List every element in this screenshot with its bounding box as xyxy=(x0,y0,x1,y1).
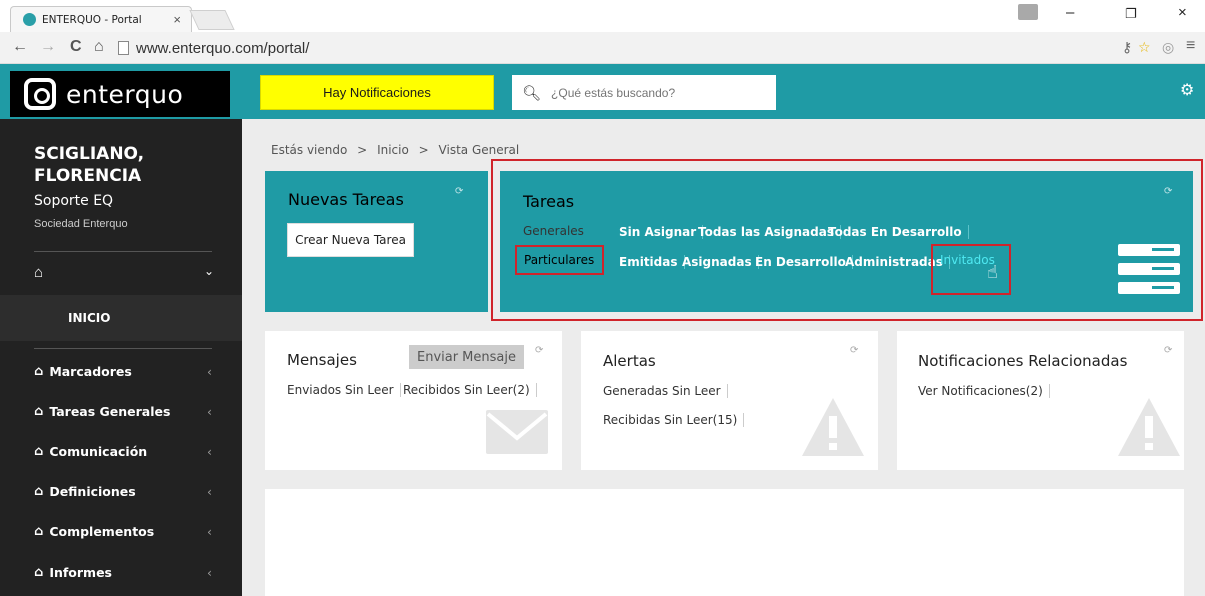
extension-icon[interactable]: ◎ xyxy=(1162,39,1174,56)
sidebar-item-label: Definiciones xyxy=(49,483,136,499)
chevron-left-icon: ‹ xyxy=(207,443,212,459)
sidebar-item-marcadores[interactable]: ⌂ Marcadores ‹ xyxy=(34,361,212,381)
home-icon: ⌂ xyxy=(34,443,44,459)
mensajes-title: Mensajes xyxy=(287,351,357,369)
user-name: SCIGLIANO, FLORENCIA xyxy=(34,144,145,186)
enterquo-logo-icon xyxy=(24,78,56,110)
search-box[interactable]: 🔍︎ xyxy=(512,75,776,110)
warning-icon xyxy=(802,398,864,456)
enterquo-favicon-icon xyxy=(23,13,36,26)
sidebar-item-comunicacion[interactable]: ⌂ Comunicación ‹ xyxy=(34,441,212,461)
envelope-icon xyxy=(486,410,548,454)
browser-tab[interactable]: ENTERQUO - Portal × xyxy=(10,6,192,32)
refresh-icon[interactable]: ⟳ xyxy=(850,345,858,356)
sidebar-item-tareas-generales[interactable]: ⌂ Tareas Generales ‹ xyxy=(34,401,212,421)
breadcrumb-inicio[interactable]: Inicio xyxy=(377,143,409,157)
logo[interactable]: enterquo xyxy=(10,71,230,117)
url-field[interactable]: www.enterquo.com/portal/ xyxy=(118,36,1160,60)
warning-icon xyxy=(1118,398,1180,456)
maximize-icon[interactable]: ❐ xyxy=(1125,6,1137,22)
home-icon: ⌂ xyxy=(34,363,44,379)
home-icon: ⌂ xyxy=(34,523,44,539)
home-browser-icon[interactable]: ⌂ xyxy=(94,38,104,56)
sidebar-item-label: Comunicación xyxy=(49,443,148,459)
crear-nueva-tarea-button[interactable]: Crear Nueva Tarea xyxy=(287,223,414,257)
key-icon[interactable]: ⚷ xyxy=(1122,39,1132,56)
refresh-icon[interactable]: ⟳ xyxy=(455,186,463,197)
chevron-left-icon: ‹ xyxy=(207,523,212,539)
browser-menu-icon[interactable]: ≡ xyxy=(1186,37,1195,55)
sidebar-item-label: Marcadores xyxy=(49,363,132,379)
alertas-title: Alertas xyxy=(603,352,656,370)
minimize-icon[interactable]: – xyxy=(1066,4,1074,21)
nuevas-tareas-title: Nuevas Tareas xyxy=(288,190,404,209)
chevron-left-icon: ‹ xyxy=(207,363,212,379)
notifications-button[interactable]: Hay Notificaciones xyxy=(260,75,494,110)
back-icon[interactable]: ← xyxy=(12,38,28,56)
logo-text: enterquo xyxy=(66,79,184,109)
bottom-panel xyxy=(265,489,1184,596)
sidebar-item-label: Complementos xyxy=(49,523,155,539)
sidebar-divider xyxy=(34,251,212,252)
user-role: Soporte EQ xyxy=(34,193,114,209)
browser-tab-bar: ENTERQUO - Portal × – ❐ × xyxy=(0,0,1205,32)
search-icon: 🔍︎ xyxy=(522,84,542,102)
sidebar-item-inicio[interactable]: INICIO xyxy=(0,295,242,341)
link-enviados-sin-leer[interactable]: Enviados Sin Leer xyxy=(287,383,401,397)
tab-title: ENTERQUO - Portal xyxy=(42,13,142,26)
breadcrumb: Estás viendo > Inicio > Vista General xyxy=(271,143,525,157)
link-ver-notificaciones[interactable]: Ver Notificaciones(2) xyxy=(918,384,1050,398)
sidebar-divider xyxy=(34,348,212,349)
address-bar-row: ← → C ⌂ www.enterquo.com/portal/ ⚷ ☆ ◎ ≡ xyxy=(0,32,1205,64)
url-text: www.enterquo.com/portal/ xyxy=(136,39,310,57)
chevron-left-icon: ‹ xyxy=(207,483,212,499)
chevron-left-icon: ‹ xyxy=(207,564,212,580)
search-input[interactable] xyxy=(551,85,752,100)
home-icon: ⌂ xyxy=(34,564,44,580)
refresh-icon[interactable]: ⟳ xyxy=(1164,345,1172,356)
notificaciones-title: Notificaciones Relacionadas xyxy=(918,352,1128,370)
chevron-left-icon: ‹ xyxy=(207,403,212,419)
browser-user-icon[interactable] xyxy=(1018,4,1038,20)
link-recibidas-sin-leer[interactable]: Recibidas Sin Leer(15) xyxy=(603,413,745,427)
sidebar-item-informes[interactable]: ⌂ Informes ‹ xyxy=(34,562,212,582)
window-close-icon[interactable]: × xyxy=(1178,4,1187,21)
tareas-highlight-box xyxy=(491,159,1203,321)
bookmark-star-icon[interactable]: ☆ xyxy=(1138,39,1151,56)
tab-close-icon[interactable]: × xyxy=(173,12,181,27)
breadcrumb-sep: > xyxy=(418,143,429,157)
sidebar-item-label: Informes xyxy=(49,564,112,580)
page-icon xyxy=(118,41,129,55)
sidebar-item-definiciones[interactable]: ⌂ Definiciones ‹ xyxy=(34,481,212,501)
link-generadas-sin-leer[interactable]: Generadas Sin Leer xyxy=(603,384,728,398)
breadcrumb-sep: > xyxy=(357,143,368,157)
forward-icon[interactable]: → xyxy=(40,38,56,56)
enviar-mensaje-button[interactable]: Enviar Mensaje xyxy=(409,345,524,369)
new-tab-button[interactable] xyxy=(189,10,235,30)
reload-icon[interactable]: C xyxy=(70,38,82,56)
sidebar-item-complementos[interactable]: ⌂ Complementos ‹ xyxy=(34,521,212,541)
home-icon: ⌂ xyxy=(34,483,44,499)
chevron-down-icon: ⌄ xyxy=(203,264,214,278)
sidebar-item-label: Tareas Generales xyxy=(49,403,171,419)
link-recibidos-sin-leer[interactable]: Recibidos Sin Leer(2) xyxy=(403,383,537,397)
sidebar: SCIGLIANO, FLORENCIA Soporte EQ Sociedad… xyxy=(0,119,242,596)
home-icon: ⌂ xyxy=(34,403,44,419)
breadcrumb-vista-general: Vista General xyxy=(438,143,520,157)
refresh-icon[interactable]: ⟳ xyxy=(535,345,543,356)
sidebar-home-toggle[interactable]: ⌂ ⌄ xyxy=(34,264,214,284)
home-icon: ⌂ xyxy=(34,264,44,281)
gear-icon[interactable]: ⚙︎ xyxy=(1180,80,1194,100)
invitados-highlight-box xyxy=(931,244,1011,295)
user-org: Sociedad Enterquo xyxy=(34,218,128,230)
breadcrumb-prefix: Estás viendo xyxy=(271,143,348,157)
particulares-highlight-box xyxy=(515,245,604,275)
